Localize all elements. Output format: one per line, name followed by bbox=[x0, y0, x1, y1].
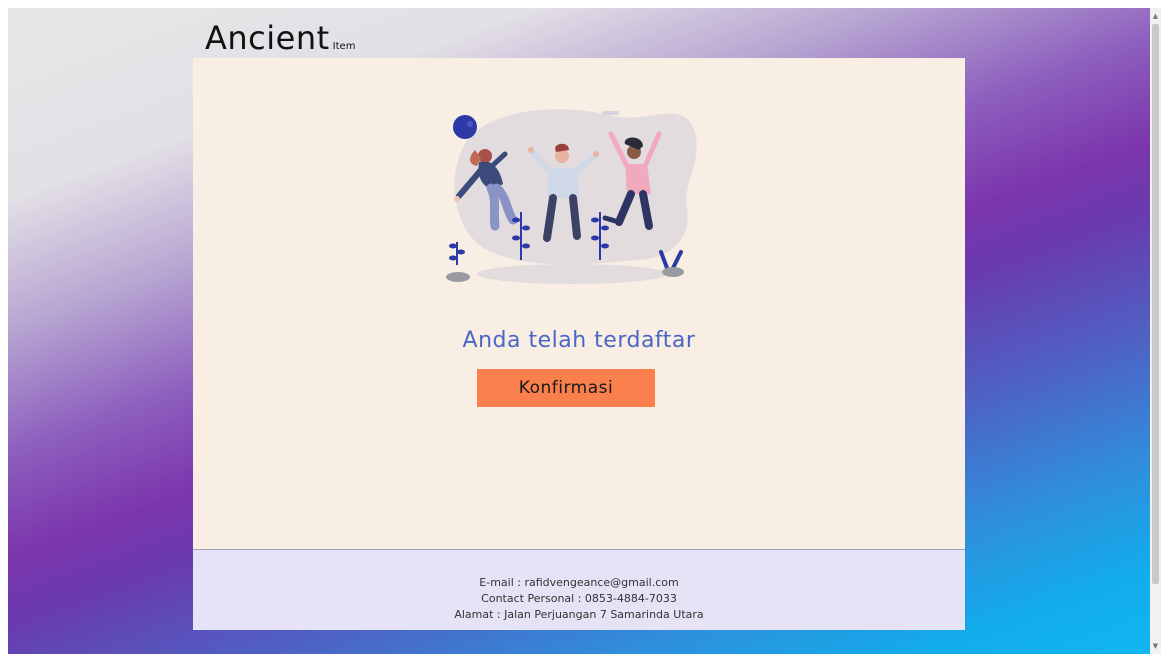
confirm-button[interactable]: Konfirmasi bbox=[477, 369, 655, 407]
brand-logo[interactable]: Ancient Item bbox=[205, 20, 355, 56]
footer-contact: Contact Personal : 0853-4884-7033 bbox=[481, 592, 677, 605]
footer-email: E-mail : rafidvengeance@gmail.com bbox=[479, 576, 679, 589]
brand-subtitle: Item bbox=[332, 41, 356, 52]
registration-success-heading: Anda telah terdaftar bbox=[462, 328, 696, 353]
scroll-up-arrow-icon[interactable]: ▲ bbox=[1150, 10, 1161, 22]
scroll-down-arrow-icon[interactable]: ▼ bbox=[1150, 640, 1161, 652]
browser-viewport: Ancient Item Anda telah terdaftar Konfir… bbox=[0, 0, 1161, 654]
people-jumping-illustration bbox=[446, 109, 697, 284]
brand-name: Ancient bbox=[205, 19, 330, 57]
scrollbar-thumb[interactable] bbox=[1152, 24, 1159, 584]
vertical-scrollbar[interactable]: ▲ ▼ bbox=[1150, 8, 1161, 654]
footer: E-mail : rafidvengeance@gmail.com Contac… bbox=[193, 549, 965, 630]
footer-address: Alamat : Jalan Perjuangan 7 Samarinda Ut… bbox=[454, 608, 704, 621]
